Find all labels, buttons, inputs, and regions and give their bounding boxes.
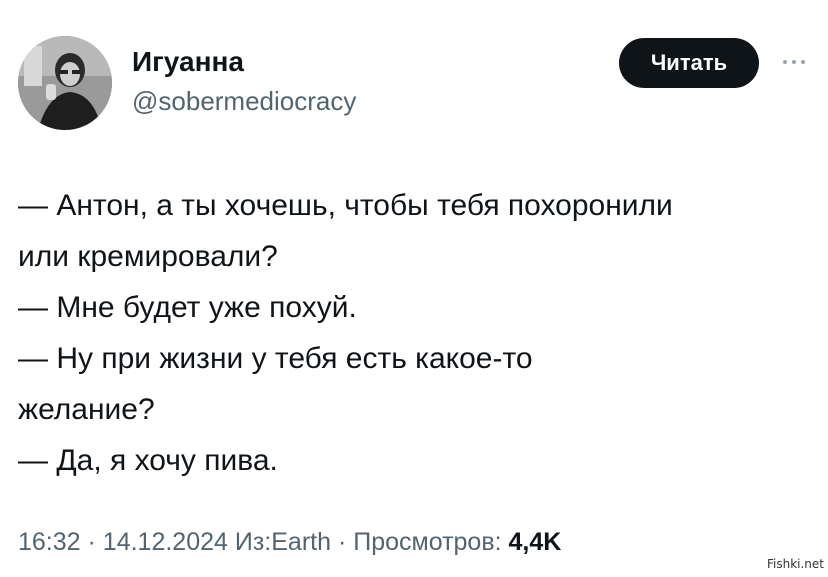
more-dot — [792, 60, 796, 64]
tweet-text: — Антон, а ты хочешь, чтобы тебя похорон… — [18, 180, 818, 486]
tweet-line: или кремировали? — [18, 240, 278, 273]
meta-separator: · — [87, 528, 96, 556]
more-dot — [801, 60, 805, 64]
tweet-line: — Антон, а ты хочешь, чтобы тебя похорон… — [18, 189, 673, 222]
avatar[interactable] — [18, 36, 112, 130]
meta-separator: · — [337, 528, 347, 556]
tweet-line: — Мне будет уже похуй. — [18, 291, 357, 324]
more-dot — [783, 60, 787, 64]
views-count: 4,4K — [508, 528, 562, 556]
author-handle[interactable]: @sobermediocracy — [132, 86, 356, 117]
tweet-date[interactable]: 14.12.2024 — [103, 528, 228, 556]
tweet-line: — Ну при жизни у тебя есть какое-то — [18, 342, 533, 375]
follow-button[interactable]: Читать — [619, 38, 759, 88]
tweet-time[interactable]: 16:32 — [18, 528, 81, 556]
avatar-photo — [18, 36, 112, 130]
views-label: Просмотров: — [353, 528, 502, 556]
author-display-name[interactable]: Игуанна — [132, 46, 244, 78]
tweet-line: — Да, я хочу пива. — [18, 444, 278, 477]
tweet-meta: 16:32 · 14.12.2024 Из:Earth · Просмотров… — [18, 528, 561, 557]
watermark: Fishki.net — [766, 557, 824, 571]
tweet-line: желание? — [18, 393, 155, 426]
more-options-icon[interactable] — [774, 52, 814, 72]
tweet-source: Из:Earth — [234, 528, 332, 556]
